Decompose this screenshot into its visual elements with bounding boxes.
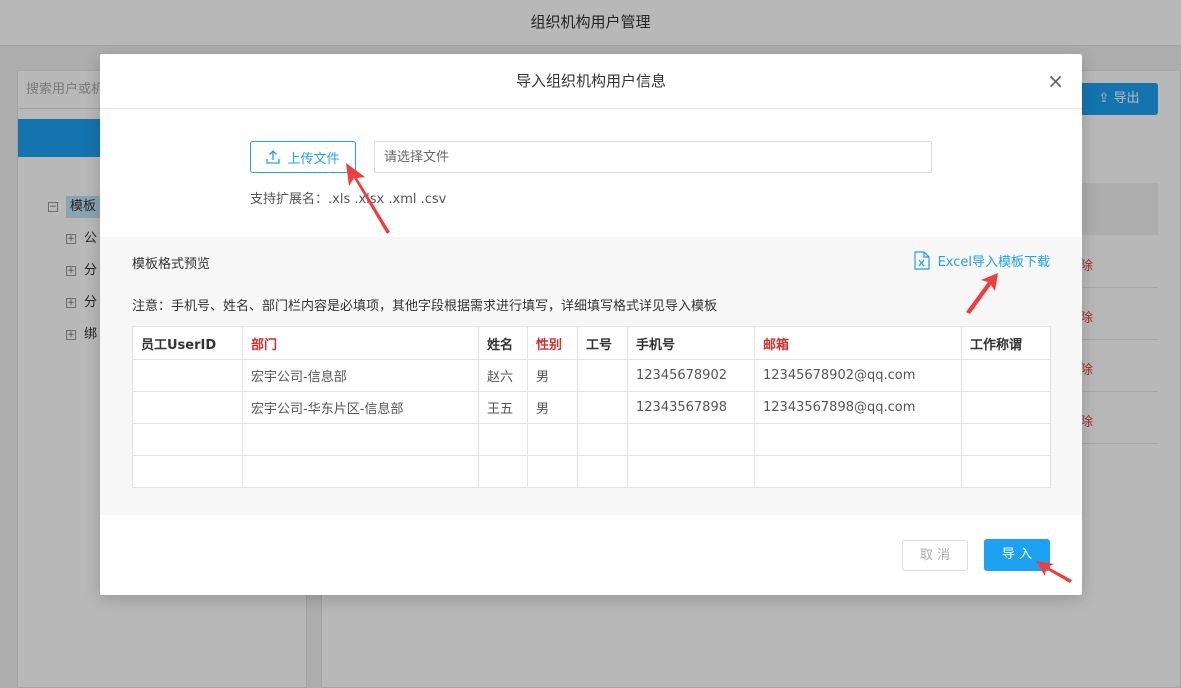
table-row: [132, 423, 1051, 456]
upload-file-label: 上传文件: [287, 151, 340, 167]
table-cell: 宏宇公司-华东片区-信息部: [242, 391, 479, 424]
table-cell: [961, 391, 1051, 424]
table-cell: [961, 423, 1051, 456]
template-preview-section: 模板格式预览 Excel导入模板下载 注意：手机号、姓名、部门栏内容是必填项，其…: [100, 237, 1082, 515]
table-cell: [132, 359, 243, 392]
table-cell: [527, 423, 578, 456]
table-cell: 男: [527, 391, 578, 424]
table-cell: [577, 359, 628, 392]
cancel-button[interactable]: 取 消: [902, 540, 968, 571]
table-cell: [577, 391, 628, 424]
column-header-userid: 员工UserID: [132, 326, 243, 360]
table-cell: [627, 423, 755, 456]
table-header-row: 员工UserID 部门 姓名 性别 工号 手机号 邮箱 工作称谓: [132, 326, 1051, 360]
upload-icon: [266, 150, 281, 164]
preview-title: 模板格式预览: [132, 257, 211, 272]
table-cell: [754, 423, 962, 456]
table-cell: [132, 391, 243, 424]
modal-title: 导入组织机构用户信息: [515, 72, 666, 90]
table-cell: 12343567898: [627, 391, 755, 424]
table-cell: [577, 423, 628, 456]
table-cell: 12345678902@qq.com: [754, 359, 962, 392]
column-header-employee-id: 工号: [577, 326, 628, 360]
table-cell: [754, 455, 962, 488]
file-path-input[interactable]: [374, 141, 932, 173]
excel-template-download-label: Excel导入模板下载: [937, 255, 1050, 270]
table-cell: [478, 423, 528, 456]
table-row: 宏宇公司-华东片区-信息部 王五 男 12343567898 123435678…: [132, 391, 1051, 424]
table-cell: 男: [527, 359, 578, 392]
table-cell: 王五: [478, 391, 528, 424]
table-cell: 12345678902: [627, 359, 755, 392]
table-cell: 宏宇公司-信息部: [242, 359, 479, 392]
column-header-name: 姓名: [478, 326, 528, 360]
table-cell: 赵六: [478, 359, 528, 392]
table-cell: [132, 455, 243, 488]
table-cell: [627, 455, 755, 488]
column-header-gender: 性别: [527, 326, 578, 360]
table-cell: [132, 423, 243, 456]
table-cell: [577, 455, 628, 488]
required-fields-notice: 注意：手机号、姓名、部门栏内容是必填项，其他字段根据需求进行填写，详细填写格式详…: [132, 299, 718, 314]
table-cell: 12343567898@qq.com: [754, 391, 962, 424]
column-header-phone: 手机号: [627, 326, 755, 360]
column-header-department: 部门: [242, 326, 479, 360]
table-cell: [242, 423, 479, 456]
excel-file-icon: [913, 251, 930, 270]
column-header-email: 邮箱: [754, 326, 962, 360]
import-modal: 导入组织机构用户信息 × 上传文件 支持扩展名：.xls .xlsx .xml …: [100, 54, 1082, 595]
table-cell: [961, 455, 1051, 488]
table-row: 宏宇公司-信息部 赵六 男 12345678902 12345678902@qq…: [132, 359, 1051, 392]
table-cell: [961, 359, 1051, 392]
excel-template-download-link[interactable]: Excel导入模板下载: [913, 251, 1050, 270]
import-button[interactable]: 导 入: [984, 539, 1050, 571]
column-header-job-title: 工作称谓: [961, 326, 1051, 360]
template-table: 员工UserID 部门 姓名 性别 工号 手机号 邮箱 工作称谓 宏宇公司-信息…: [132, 326, 1051, 488]
extension-hint: 支持扩展名：.xls .xlsx .xml .csv: [250, 192, 447, 207]
upload-file-button[interactable]: 上传文件: [250, 141, 356, 173]
table-row: [132, 455, 1051, 488]
table-cell: [478, 455, 528, 488]
table-cell: [242, 455, 479, 488]
modal-header: 导入组织机构用户信息 ×: [100, 54, 1082, 109]
close-icon[interactable]: ×: [1047, 54, 1064, 108]
table-cell: [527, 455, 578, 488]
